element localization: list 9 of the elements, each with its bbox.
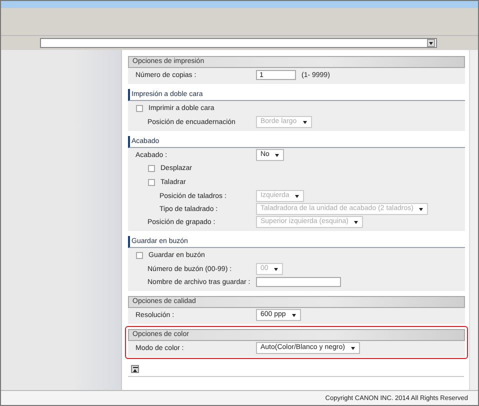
scrollbar[interactable] (469, 50, 478, 390)
checkbox[interactable] (148, 165, 154, 172)
text-field[interactable] (256, 277, 340, 287)
address-field[interactable] (40, 38, 437, 48)
checkbox[interactable] (136, 105, 142, 112)
checkbox[interactable] (136, 252, 142, 259)
dropdown-arrow-icon[interactable] (427, 39, 435, 47)
scroll-to-top-icon[interactable] (131, 365, 139, 374)
checkbox[interactable] (148, 179, 154, 186)
